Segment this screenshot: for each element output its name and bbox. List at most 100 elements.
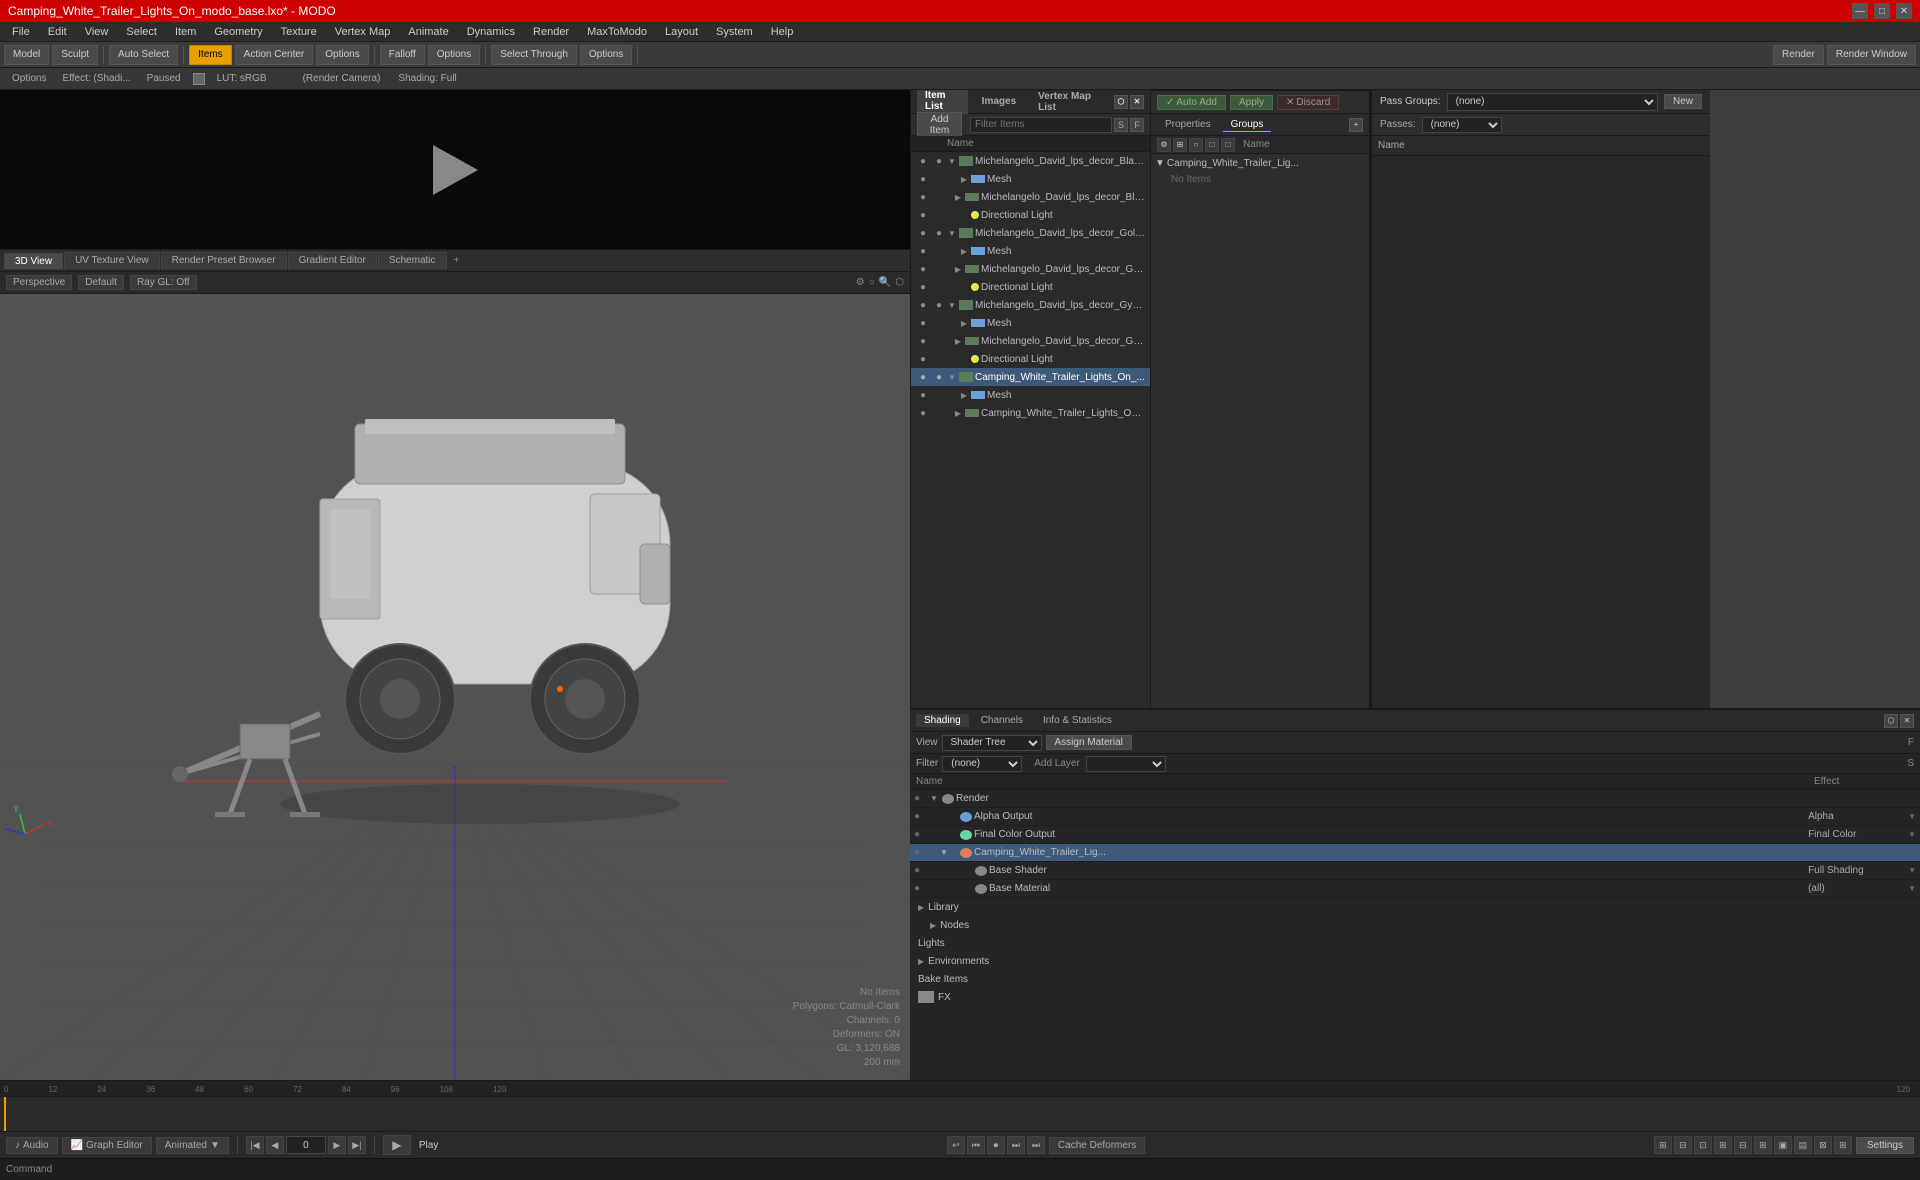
menu-item-animate[interactable]: Animate [400, 24, 456, 40]
tree-row-11[interactable]: ● ▶ Michelangelo_David_lps_decor_Gypsu .… [911, 332, 1150, 350]
window-controls[interactable]: — □ ✕ [1852, 3, 1912, 19]
tab-info-statistics[interactable]: Info & Statistics [1035, 714, 1120, 727]
tree-row-6[interactable]: ● ▶ Mesh [911, 242, 1150, 260]
menu-item-help[interactable]: Help [763, 24, 802, 40]
lib-item-library[interactable]: ▶ Library [910, 898, 1920, 916]
st-eye-3[interactable]: ● [914, 829, 930, 840]
tab-3d-view[interactable]: 3D View [4, 253, 63, 269]
render-camera-label[interactable]: (Render Camera) [297, 72, 387, 85]
st-arrow-render[interactable]: ▼ [930, 794, 940, 803]
pass-groups-dropdown[interactable]: (none) [1447, 93, 1658, 111]
extra-btn-6[interactable]: ⊞ [1754, 1136, 1772, 1154]
effect-label[interactable]: Effect: (Shadi... [56, 72, 136, 85]
auto-select-button[interactable]: Auto Select [109, 45, 178, 65]
select-through-button[interactable]: Select Through [491, 45, 577, 65]
extra-btn-2[interactable]: ⊟ [1674, 1136, 1692, 1154]
st-eye-6[interactable]: ● [914, 883, 930, 894]
st-dropdown-final[interactable]: ▼ [1908, 830, 1916, 839]
eye-icon-11[interactable]: ● [920, 336, 926, 347]
tree-row-2[interactable]: ● ▶ Mesh [911, 170, 1150, 188]
eye-icon-5[interactable]: ● [920, 228, 926, 239]
menu-item-item[interactable]: Item [167, 24, 204, 40]
model-button[interactable]: Model [4, 45, 49, 65]
vis-icon-13[interactable]: ● [936, 372, 942, 383]
tab-shading[interactable]: Shading [916, 714, 969, 727]
action-center-button[interactable]: Action Center [235, 45, 314, 65]
add-layer-dropdown[interactable] [1086, 756, 1166, 772]
st-item-camping[interactable]: ● ▼ Camping_White_Trailer_Lig... [910, 844, 1920, 862]
view-type-selector[interactable]: Perspective [6, 275, 72, 290]
timeline-content[interactable] [0, 1097, 1920, 1131]
menu-item-texture[interactable]: Texture [273, 24, 325, 40]
tab-groups[interactable]: Groups [1223, 118, 1272, 132]
eye-icon-1[interactable]: ● [920, 156, 926, 167]
arrow-6[interactable]: ▶ [959, 246, 969, 256]
assign-material-button[interactable]: Assign Material [1046, 735, 1132, 750]
shading-s-icon[interactable]: S [1907, 758, 1914, 769]
st-item-render[interactable]: ● ▼ Render [910, 790, 1920, 808]
tab-render-preset[interactable]: Render Preset Browser [161, 252, 287, 269]
st-item-alpha[interactable]: ● Alpha Output Alpha ▼ [910, 808, 1920, 826]
env-arrow[interactable]: ▶ [918, 957, 924, 966]
arrow-2[interactable]: ▶ [959, 174, 969, 184]
menu-item-view[interactable]: View [77, 24, 117, 40]
eye-icon-6[interactable]: ● [920, 246, 926, 257]
menu-item-select[interactable]: Select [118, 24, 165, 40]
tab-schematic[interactable]: Schematic [378, 252, 447, 269]
filter-dropdown[interactable]: (none) [942, 756, 1022, 772]
eye-icon-10[interactable]: ● [920, 318, 926, 329]
filter-items-input[interactable] [970, 117, 1112, 133]
items-button[interactable]: Items [189, 45, 231, 65]
vis-icon-1[interactable]: ● [936, 156, 942, 167]
extra-btn-7[interactable]: ▣ [1774, 1136, 1792, 1154]
subdivision-selector[interactable]: Default [78, 275, 124, 290]
maximize-button[interactable]: □ [1874, 3, 1890, 19]
shader-tree[interactable]: ● ▼ Render ● Alpha Output Alpha [910, 790, 1920, 1080]
audio-button[interactable]: ♪ Audio [6, 1137, 58, 1154]
options-button-2[interactable]: Options [428, 45, 480, 65]
arrow-5[interactable]: ▼ [947, 228, 957, 238]
eye-icon-3[interactable]: ● [920, 192, 926, 203]
tree-row-8[interactable]: ● Directional Light [911, 278, 1150, 296]
lib-item-fx[interactable]: FX [910, 988, 1920, 1006]
menu-item-layout[interactable]: Layout [657, 24, 706, 40]
st-eye-5[interactable]: ● [914, 865, 930, 876]
add-item-button[interactable]: Add Item [917, 112, 962, 138]
groups-tree-item[interactable]: ▼ Camping_White_Trailer_Lig... [1151, 154, 1369, 172]
prev-key-button[interactable]: ◀ [266, 1136, 284, 1154]
tab-gradient-editor[interactable]: Gradient Editor [288, 252, 377, 269]
st-dropdown-alpha[interactable]: ▼ [1908, 812, 1916, 821]
eye-icon-7[interactable]: ● [920, 264, 926, 275]
menu-item-geometry[interactable]: Geometry [206, 24, 270, 40]
add-viewport-tab[interactable]: + [448, 253, 466, 268]
tab-uv-texture[interactable]: UV Texture View [64, 252, 160, 269]
tree-row-10[interactable]: ● ▶ Mesh [911, 314, 1150, 332]
shader-tree-dropdown[interactable]: Shader Tree [942, 735, 1042, 751]
lib-item-lights[interactable]: Lights [910, 934, 1920, 952]
3d-viewport[interactable]: X Y Z No Items Polygons: Catmull-Clark C… [0, 294, 910, 1080]
extra-btn-5[interactable]: ⊟ [1734, 1136, 1752, 1154]
vis-icon-5[interactable]: ● [936, 228, 942, 239]
record-button[interactable]: ⏺ [987, 1136, 1005, 1154]
library-arrow[interactable]: ▶ [918, 903, 924, 912]
animated-button[interactable]: Animated ▼ [156, 1137, 229, 1154]
tree-row-7[interactable]: ● ▶ Michelangelo_David_lps_decor_Gold (2… [911, 260, 1150, 278]
st-arrow-camping[interactable]: ▼ [940, 848, 950, 857]
tree-row-4[interactable]: ● Directional Light [911, 206, 1150, 224]
st-eye-4[interactable]: ● [914, 847, 930, 858]
st-eye-2[interactable]: ● [914, 811, 930, 822]
ray-gl-toggle[interactable]: Ray GL: Off [130, 275, 197, 290]
preview-play-button[interactable] [430, 145, 480, 195]
expand-panel-icon[interactable]: ⬡ [1114, 95, 1128, 109]
groups-icon-1[interactable]: ⚙ [1157, 138, 1171, 152]
render-window-button[interactable]: Render Window [1827, 45, 1916, 65]
menu-item-system[interactable]: System [708, 24, 761, 40]
sculpt-button[interactable]: Sculpt [52, 45, 98, 65]
item-tree[interactable]: ● ● ▼ Michelangelo_David_lps_decor_Black… [911, 152, 1150, 708]
shading-close-icon[interactable]: ✕ [1900, 714, 1914, 728]
f-label[interactable]: F [1908, 737, 1914, 748]
shading-expand-icon[interactable]: ⬡ [1884, 714, 1898, 728]
groups-icon-3[interactable]: ○ [1189, 138, 1203, 152]
extra-btn-10[interactable]: ⊞ [1834, 1136, 1852, 1154]
eye-icon-15[interactable]: ● [920, 408, 926, 419]
